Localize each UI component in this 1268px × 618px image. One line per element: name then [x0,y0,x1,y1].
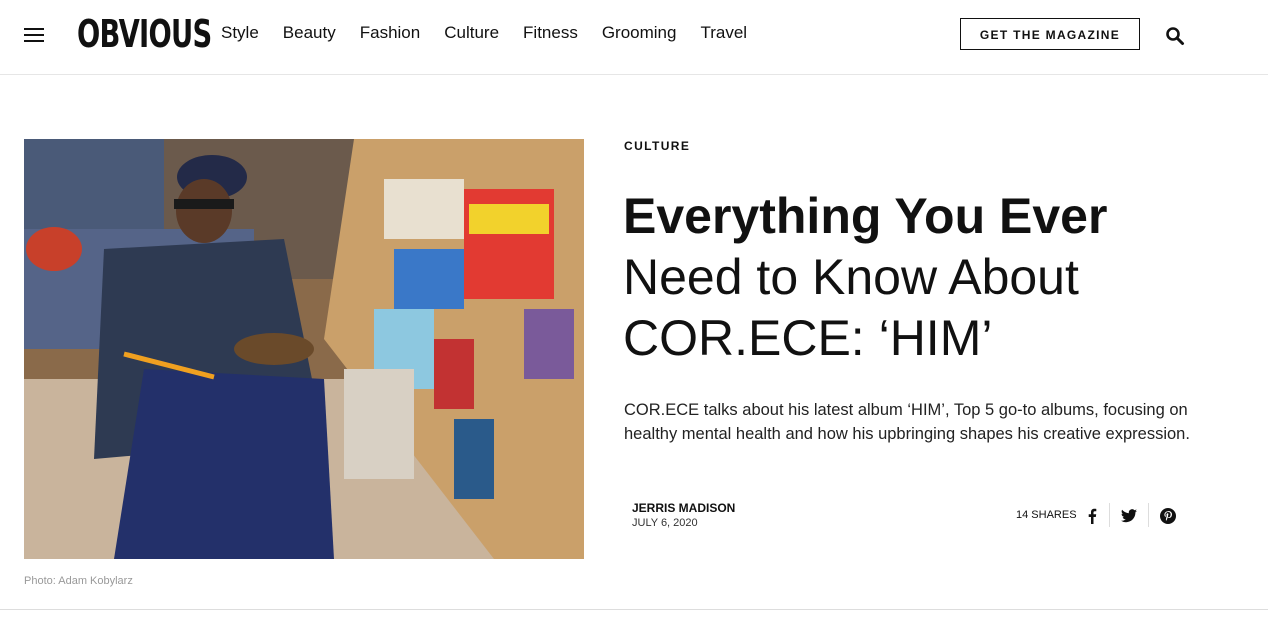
nav-item-fashion[interactable]: Fashion [360,22,420,44]
nav-item-culture[interactable]: Culture [444,22,499,44]
nav-item-style[interactable]: Style [221,22,259,44]
article-date: JULY 6, 2020 [632,517,698,529]
search-icon[interactable] [1165,26,1185,46]
main-nav: Style Beauty Fashion Culture Fitness Gro… [221,22,771,44]
share-divider [1109,503,1110,527]
article-category[interactable]: CULTURE [624,139,690,153]
facebook-icon[interactable] [1080,504,1104,528]
pinterest-icon[interactable] [1156,504,1180,528]
site-logo[interactable]: OBVIOUS [77,12,212,56]
article-title-rest: Need to Know About COR.ECE: ‘HIM’ [623,249,1079,366]
nav-item-travel[interactable]: Travel [700,22,747,44]
article-hero-image [24,139,584,559]
share-count: 14 SHARES [1016,509,1077,521]
article-subtitle: COR.ECE talks about his latest album ‘HI… [624,401,1190,443]
article-author[interactable]: JERRIS MADISON [632,501,735,515]
nav-item-beauty[interactable]: Beauty [283,22,336,44]
article-title-bold: Everything You Ever [623,188,1108,244]
site-header: OBVIOUS Style Beauty Fashion Culture Fit… [0,0,1268,75]
share-divider [1148,503,1149,527]
section-divider [0,609,1268,610]
photo-caption: Photo: Adam Kobylarz [24,575,133,587]
get-magazine-button[interactable]: GET THE MAGAZINE [960,18,1140,50]
article-title: Everything You Ever Need to Know About CO… [623,186,1223,369]
nav-item-fitness[interactable]: Fitness [523,22,578,44]
nav-item-grooming[interactable]: Grooming [602,22,677,44]
hamburger-icon[interactable] [24,27,44,43]
twitter-icon[interactable] [1117,504,1141,528]
